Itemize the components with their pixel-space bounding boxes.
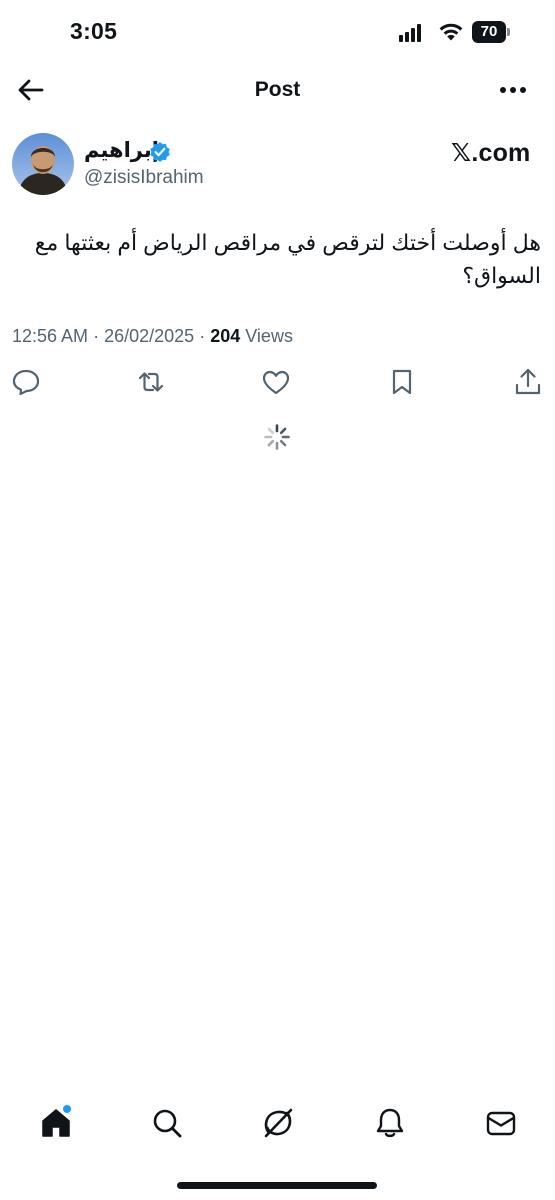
search-icon[interactable] xyxy=(150,1106,184,1140)
bookmark-icon[interactable] xyxy=(387,367,417,397)
x-com-watermark: 𝕏.com xyxy=(451,139,531,167)
notifications-icon[interactable] xyxy=(373,1106,407,1140)
tweet-text: هل أوصلت أختك لترقص في مراقص الرياض أم ب… xyxy=(34,230,541,288)
verified-badge-icon xyxy=(150,142,170,162)
cellular-signal-icon xyxy=(399,24,423,42)
battery-icon: 70 xyxy=(472,21,510,43)
status-time: 3:05 xyxy=(70,18,118,44)
views-count: 204 xyxy=(210,326,241,346)
grok-icon[interactable] xyxy=(261,1106,295,1140)
avatar[interactable] xyxy=(12,133,74,195)
like-icon[interactable] xyxy=(261,367,291,397)
repost-icon[interactable] xyxy=(136,367,166,397)
views-label[interactable]: Views xyxy=(245,326,293,346)
battery-level: 70 xyxy=(472,21,506,43)
page-title: Post xyxy=(254,78,301,101)
author-handle[interactable]: @zisisIbrahim xyxy=(84,167,204,189)
share-icon[interactable] xyxy=(513,367,543,397)
more-options-icon[interactable] xyxy=(498,78,528,102)
messages-icon[interactable] xyxy=(484,1106,518,1140)
home-notification-dot xyxy=(62,1104,72,1114)
author-name[interactable]: إبراهيم xyxy=(84,138,159,163)
tweet-time: 12:56 AM xyxy=(12,326,89,346)
wifi-icon xyxy=(439,23,463,41)
loading-spinner-icon xyxy=(264,424,290,450)
reply-icon[interactable] xyxy=(11,367,41,397)
tweet-date: 26/02/2025 xyxy=(104,326,195,346)
home-indicator[interactable] xyxy=(177,1182,377,1189)
tweet-meta: 12:56 AM · 26/02/2025 · 204 Views xyxy=(12,326,293,346)
